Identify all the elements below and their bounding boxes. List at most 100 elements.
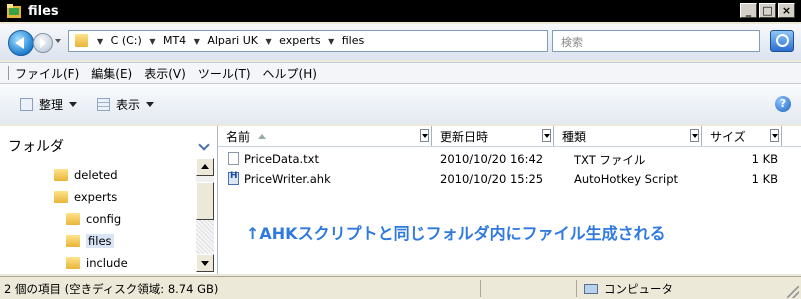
breadcrumb-arrow-icon[interactable]: ▼ xyxy=(266,37,272,46)
organize-button[interactable]: 整理 xyxy=(20,96,78,113)
address-bar[interactable]: ▼ C (C:) ▼ MT4 ▼ Alpari UK ▼ experts ▼ f… xyxy=(68,30,614,52)
breadcrumb-item[interactable]: files xyxy=(342,34,364,47)
view-button[interactable]: 表示 xyxy=(97,96,155,113)
file-type: TXT ファイル xyxy=(574,153,646,167)
file-row[interactable]: PriceWriter.ahk 2010/10/20 15:25 AutoHot… xyxy=(218,170,801,188)
column-header-name[interactable]: 名前 xyxy=(218,126,432,146)
status-zone: コンピュータ xyxy=(584,281,673,297)
help-icon[interactable]: ? xyxy=(775,96,791,112)
recent-pages-dropdown[interactable] xyxy=(55,39,61,43)
breadcrumb-item[interactable]: Alpari UK xyxy=(207,34,258,47)
column-header-size[interactable]: サイズ xyxy=(702,126,782,146)
search-input[interactable]: 検索 xyxy=(552,30,760,52)
file-modified: 2010/10/20 16:42 xyxy=(440,152,544,166)
explorer-window: files _ □ × ▼ C (C:) ▼ MT4 ▼ Alpari UK ▼ xyxy=(0,0,801,299)
scroll-up-button[interactable] xyxy=(196,158,214,176)
column-header-type[interactable]: 種類 xyxy=(554,126,702,146)
tree-item-label: deleted xyxy=(74,168,118,182)
ahk-script-icon xyxy=(228,171,239,185)
tree-item-include[interactable]: include xyxy=(66,256,128,270)
sort-ascending-icon xyxy=(258,133,267,139)
tree-item-label: files xyxy=(86,234,114,248)
scroll-track[interactable] xyxy=(196,220,214,254)
tree-item-deleted[interactable]: deleted xyxy=(54,168,118,182)
address-row: ▼ C (C:) ▼ MT4 ▼ Alpari UK ▼ experts ▼ f… xyxy=(0,24,801,60)
column-label: 名前 xyxy=(226,129,251,144)
menu-bar: ファイル(F) 編集(E) 表示(V) ツール(T) ヘルプ(H) xyxy=(0,62,801,84)
menu-file[interactable]: ファイル(F) xyxy=(15,65,79,82)
status-zone-label: コンピュータ xyxy=(604,282,673,296)
annotation-note: ↑AHKスクリプトと同じフォルダ内にファイル生成される xyxy=(246,224,666,243)
column-filter-button[interactable] xyxy=(690,129,699,142)
breadcrumb-arrow-icon[interactable]: ▼ xyxy=(149,37,155,46)
organize-icon xyxy=(20,97,33,111)
file-name: PriceWriter.ahk xyxy=(244,172,331,186)
folder-icon xyxy=(7,4,21,18)
folder-icon xyxy=(75,34,88,47)
window-controls: _ □ × xyxy=(740,3,795,18)
file-type: AutoHotkey Script xyxy=(574,172,679,186)
search-button[interactable] xyxy=(770,30,794,52)
tree-item-label: experts xyxy=(74,190,118,204)
resize-grip[interactable] xyxy=(787,286,799,298)
maximize-button[interactable]: □ xyxy=(759,3,776,18)
title-bar[interactable]: files _ □ × xyxy=(0,0,801,22)
main-area: フォルダ deleted experts config files includ… xyxy=(0,126,801,274)
search-icon xyxy=(776,34,789,47)
breadcrumb-item[interactable]: experts xyxy=(279,34,320,47)
breadcrumb-arrow-icon[interactable]: ▼ xyxy=(194,37,200,46)
close-button[interactable]: × xyxy=(778,3,795,18)
folders-pane: フォルダ deleted experts config files includ… xyxy=(0,126,218,274)
column-filter-button[interactable] xyxy=(542,129,551,142)
chevron-down-icon xyxy=(69,101,78,107)
menu-edit[interactable]: 編集(E) xyxy=(91,65,132,82)
column-label: 種類 xyxy=(562,129,587,144)
column-filter-button[interactable] xyxy=(770,129,779,142)
menu-separator xyxy=(8,66,9,80)
breadcrumb-item[interactable]: C (C:) xyxy=(111,34,142,47)
tree-item-label: config xyxy=(86,212,122,226)
forward-button[interactable] xyxy=(33,33,53,53)
column-header-modified[interactable]: 更新日時 xyxy=(432,126,554,146)
status-separator xyxy=(480,280,481,297)
minimize-button[interactable]: _ xyxy=(740,3,757,18)
breadcrumb-arrow-icon[interactable]: ▼ xyxy=(328,37,334,46)
tree-item-label: include xyxy=(86,256,128,270)
column-label: サイズ xyxy=(710,129,746,144)
breadcrumb-item[interactable]: MT4 xyxy=(163,34,186,47)
file-name: PriceData.txt xyxy=(244,152,319,166)
file-row[interactable]: PriceData.txt 2010/10/20 16:42 TXT ファイル … xyxy=(218,150,801,168)
tree-item-config[interactable]: config xyxy=(66,212,121,226)
menu-view[interactable]: 表示(V) xyxy=(144,65,186,82)
folder-icon xyxy=(54,169,68,181)
tree-item-experts[interactable]: experts xyxy=(54,190,117,204)
folder-icon xyxy=(54,191,68,203)
header-divider xyxy=(218,146,801,147)
column-filter-button[interactable] xyxy=(420,129,429,142)
scroll-thumb[interactable] xyxy=(196,182,214,220)
organize-label: 整理 xyxy=(39,97,64,112)
text-file-icon xyxy=(228,152,239,165)
back-button[interactable] xyxy=(8,30,34,56)
computer-icon xyxy=(584,284,598,294)
folder-icon xyxy=(66,235,80,247)
back-arrow-icon xyxy=(15,37,24,49)
chevron-down-icon xyxy=(146,101,155,107)
menu-help[interactable]: ヘルプ(H) xyxy=(263,65,317,82)
folder-icon xyxy=(66,213,80,225)
folders-scrollbar[interactable] xyxy=(196,158,214,272)
window-title: files xyxy=(28,3,59,19)
column-label: 更新日時 xyxy=(440,129,489,144)
tree-item-files[interactable]: files xyxy=(66,234,114,248)
status-summary: 2 個の項目 (空きディスク領域: 8.74 GB) xyxy=(4,282,219,296)
chevron-down-icon[interactable] xyxy=(198,139,210,151)
folders-header[interactable]: フォルダ xyxy=(8,136,64,156)
status-separator xyxy=(576,280,577,297)
command-bar: 整理 表示 ? xyxy=(0,84,801,124)
view-label: 表示 xyxy=(116,97,141,112)
menu-tools[interactable]: ツール(T) xyxy=(198,65,251,82)
file-modified: 2010/10/20 15:25 xyxy=(440,172,544,186)
file-size: 1 KB xyxy=(751,152,778,166)
breadcrumb-arrow-icon[interactable]: ▼ xyxy=(97,37,103,46)
scroll-down-button[interactable] xyxy=(196,254,214,272)
